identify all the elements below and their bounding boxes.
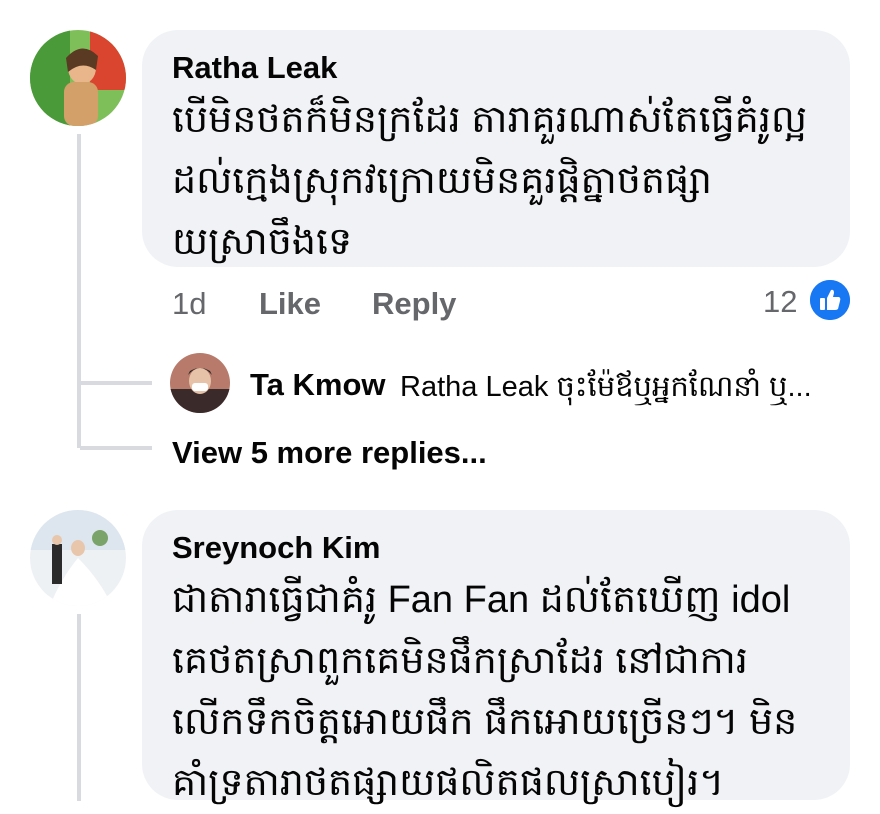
comment-line: យស្រាចឹងទេ — [172, 221, 353, 263]
like-button[interactable]: Like — [259, 286, 321, 322]
avatar-ta-kmow[interactable] — [170, 353, 230, 413]
thumbs-up-icon[interactable] — [810, 280, 850, 320]
comment-line: គេថតស្រាពួកគេមិនផឹកស្រាដែរ នៅជាការ — [172, 640, 748, 682]
avatar-sreynoch-kim[interactable] — [30, 510, 126, 606]
reply-author[interactable]: Ta Kmow — [250, 367, 386, 403]
comment-line: លើកទឹកចិត្តអោយផឹក ផឹកអោយច្រើនៗ។ មិន — [172, 701, 798, 743]
view-more-replies-button[interactable]: View 5 more replies... — [172, 435, 487, 471]
comment-line: បើមិនថតក៏មិនក្រដែរ តារាគួរណាស់តែធ្វើគំរូ… — [172, 99, 808, 141]
thread-line — [77, 134, 81, 448]
comment-text: បើមិនថតក៏មិនក្រដែរ តារាគួរណាស់តែធ្វើគំរូ… — [172, 90, 807, 273]
thread-branch — [80, 381, 152, 385]
comment-text: ជាតារាធ្វើជាគំរូ Fan Fan ដល់តែឃើញ idol គ… — [172, 570, 797, 814]
reaction-count[interactable]: 12 — [763, 284, 797, 320]
comment-line: គាំទ្រតារាថតផ្សាយផលិតផលស្រាបៀរ។ — [172, 762, 725, 804]
comment-timestamp[interactable]: 1d — [172, 286, 206, 322]
reply-text: Ratha Leak ចុះម៉ែឪឬអ្នកណែនាំ ឬ... — [400, 371, 812, 403]
comment-line: ជាតារាធ្វើជាគំរូ Fan Fan ដល់តែឃើញ idol — [172, 579, 791, 621]
thread-branch — [80, 446, 152, 450]
comment-line: ដល់ក្មេងស្រុកវក្រោយមិនគួរផ្ដិត្នាថតផ្សា — [172, 160, 712, 202]
avatar-ratha-leak[interactable] — [30, 30, 126, 126]
comment-author[interactable]: Ratha Leak — [172, 50, 337, 86]
reply-button[interactable]: Reply — [372, 286, 456, 322]
thread-line — [77, 614, 81, 801]
comment-author[interactable]: Sreynoch Kim — [172, 530, 380, 566]
